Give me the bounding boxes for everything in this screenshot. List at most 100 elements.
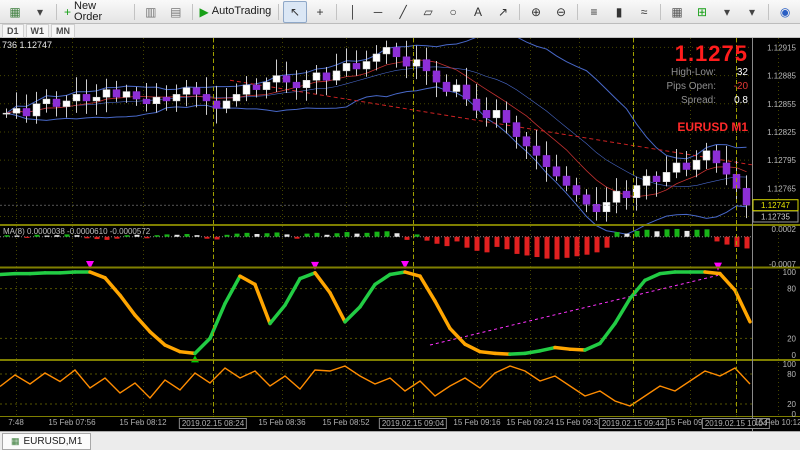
timeframe-d1[interactable]: D1 (2, 23, 24, 38)
indicators-dropdown[interactable]: ▾ (715, 1, 739, 23)
time-axis-label: 2019.02.15 09:04 (378, 418, 448, 429)
line-chart-button[interactable]: ≈ (632, 1, 656, 23)
status-bar: ▦ EURUSD,M1 (0, 431, 800, 450)
new-chart-dropdown-icon: ▾ (36, 4, 44, 19)
toolbar-timeframes: D1 W1 MN (0, 23, 800, 38)
horizontal-line-tool-icon: ─ (373, 4, 383, 19)
text-tool[interactable]: A (466, 1, 490, 23)
profiles-button[interactable]: ▥ (139, 1, 163, 23)
new-chart-dropdown[interactable]: ▾ (28, 1, 52, 23)
shapes-tool[interactable]: ○ (441, 1, 465, 23)
svg-text:100: 100 (783, 360, 797, 369)
candle-chart-button[interactable]: ▮ (607, 1, 631, 23)
toolbar-separator (768, 3, 770, 20)
symbol-timeframe-label: EURUSD M1 (677, 120, 748, 134)
chart-tab-label: EURUSD,M1 (23, 435, 83, 447)
zoom-in-button[interactable]: ⊕ (524, 1, 548, 23)
timeframes-dropdown[interactable]: ▾ (740, 1, 764, 23)
time-axis-label: 15 Feb 07:56 (48, 418, 96, 427)
horizontal-line-tool[interactable]: ─ (366, 1, 390, 23)
svg-text:1.12915: 1.12915 (767, 43, 796, 52)
trendline-tool-icon: ╱ (399, 4, 407, 19)
autotrading-button[interactable]: ▶ AutoTrading (197, 1, 274, 23)
time-axis-label: 15 Feb 10:12 (754, 418, 800, 427)
stat-value: -20 (733, 81, 748, 92)
bar-chart-button[interactable]: ≡ (582, 1, 606, 23)
cursor-tool[interactable]: ↖ (283, 0, 308, 23)
svg-text:1.12735: 1.12735 (761, 212, 790, 221)
crosshair-tool-icon: + (316, 4, 324, 19)
candle-chart-button-icon: ▮ (615, 4, 623, 19)
toolbar-separator (191, 3, 193, 20)
svg-text:1.12825: 1.12825 (767, 128, 796, 137)
charts-layout-button-icon: ▤ (170, 4, 182, 19)
time-axis-label: 2019.02.15 09:44 (598, 418, 668, 429)
stat-label: Spread: (680, 95, 716, 106)
history-center-button-icon: ◉ (779, 4, 791, 19)
time-axis-label: 15 Feb 08:52 (322, 418, 370, 427)
stat-value: 32 (736, 67, 748, 78)
time-axis-label: 15 Feb 08:12 (119, 418, 167, 427)
chart-tab-eurusd-m1[interactable]: ▦ EURUSD,M1 (2, 432, 92, 450)
arrows-tool[interactable]: ↗ (491, 1, 515, 23)
svg-text:0: 0 (792, 351, 797, 360)
history-center-button[interactable]: ◉ (773, 1, 797, 23)
new-order-button-icon: + (64, 4, 72, 19)
svg-text:0.0002: 0.0002 (772, 225, 797, 234)
line-chart-button-icon: ≈ (640, 4, 648, 19)
toolbar-separator (56, 3, 57, 20)
svg-text:1.12765: 1.12765 (767, 184, 796, 193)
big-price: 1.1275 (674, 41, 748, 66)
svg-text:1.12855: 1.12855 (767, 100, 796, 109)
time-axis-label: 2019.02.15 08:24 (178, 418, 248, 429)
mt4-window: ▦ ▾ + New Order ▥ ▤ ▶ AutoTrading ↖ + │ ─ ╱ ▱ ○ A ↗ ⊕ ⊖ ≡ ▮ ≈… (0, 0, 800, 450)
indicators-dropdown-icon: ▾ (724, 4, 731, 19)
toolbar-separator (336, 3, 338, 20)
chart-tab-icon: ▦ (11, 435, 20, 446)
svg-text:1.12795: 1.12795 (767, 156, 796, 165)
svg-text:1.12885: 1.12885 (767, 72, 796, 81)
profiles-button-icon: ▥ (145, 4, 157, 19)
toolbar-main: ▦ ▾ + New Order ▥ ▤ ▶ AutoTrading ↖ + │ ─ ╱ ▱ ○ A ↗ ⊕ ⊖ ≡ ▮ ≈… (0, 0, 800, 24)
stat-value: 0.8 (734, 95, 748, 106)
toolbar-separator (660, 3, 662, 20)
zoom-in-button-icon: ⊕ (531, 4, 542, 19)
timeframe-w1[interactable]: W1 (25, 23, 50, 38)
timeframes-dropdown-icon: ▾ (749, 4, 756, 19)
autotrading-button-label: AutoTrading (211, 5, 272, 17)
tile-windows-button-icon: ▦ (671, 4, 683, 19)
stat-row: Pips Open: -20 (667, 80, 748, 94)
stat-row: High-Low: 32 (667, 66, 748, 80)
time-axis-label: 15 Feb 08:36 (258, 418, 306, 427)
new-chart-button[interactable]: ▦ (3, 1, 27, 23)
channel-tool-icon: ▱ (423, 4, 433, 19)
tile-windows-button[interactable]: ▦ (665, 1, 689, 23)
zoom-out-button[interactable]: ⊖ (549, 1, 573, 23)
charts-layout-button[interactable]: ▤ (164, 1, 188, 23)
new-chart-button-icon: ▦ (9, 4, 21, 19)
new-order-button[interactable]: + New Order (61, 0, 130, 23)
vertical-line-tool[interactable]: │ (341, 1, 365, 23)
zoom-out-button-icon: ⊖ (556, 4, 567, 19)
toolbar-separator (278, 3, 280, 20)
channel-tool[interactable]: ▱ (416, 1, 440, 23)
crosshair-tool[interactable]: + (308, 1, 332, 23)
cursor-tool-icon: ↖ (290, 4, 301, 19)
svg-text:20: 20 (787, 334, 796, 343)
indicators-button[interactable]: ⊞ (690, 1, 714, 23)
autotrading-button-icon: ▶ (199, 4, 209, 19)
toolbar-separator (577, 3, 579, 20)
svg-text:100: 100 (783, 268, 797, 277)
data-window-values: 736 1.12747 (2, 40, 53, 50)
arrows-tool-icon: ↗ (498, 4, 509, 19)
stat-label: High-Low: (670, 67, 716, 78)
vertical-line-tool-icon: │ (349, 4, 357, 19)
indicators-button-icon: ⊞ (697, 4, 708, 19)
svg-text:20: 20 (787, 400, 796, 409)
timeframe-mn[interactable]: MN (51, 23, 76, 38)
histogram-indicator-label: MA(8) 0.0000038 -0.0000610 -0.0000572 (3, 227, 151, 236)
time-axis-label: 7:48 (8, 418, 24, 427)
chart-info-panel: 1.1275 High-Low: 32 Pips Open: -20 Spread: 0.… (667, 41, 748, 135)
toolbar-separator (133, 3, 135, 20)
trendline-tool[interactable]: ╱ (391, 1, 415, 23)
